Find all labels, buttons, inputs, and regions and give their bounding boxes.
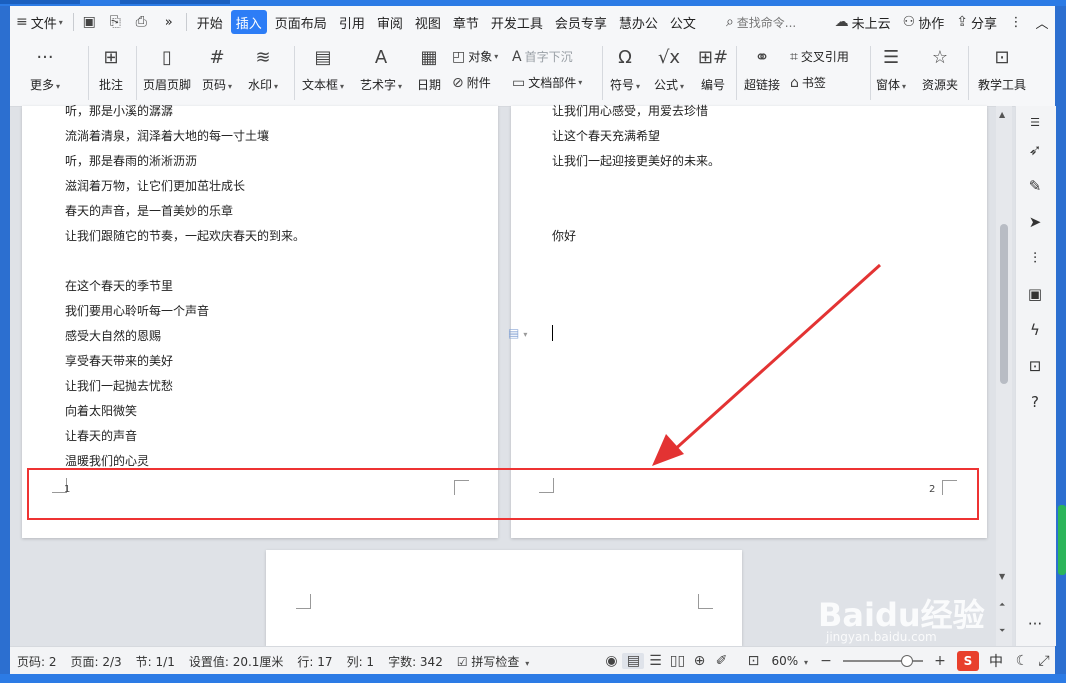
- scroll-up-icon[interactable]: ▲: [999, 110, 1005, 119]
- more-horizontal-icon[interactable]: ···: [1025, 614, 1045, 634]
- annotation-arrow: [652, 263, 882, 466]
- pen-icon[interactable]: ✎: [1025, 176, 1045, 196]
- image-edit-icon[interactable]: ▣: [1025, 284, 1045, 304]
- reading-view-icon[interactable]: ▯▯: [666, 653, 688, 669]
- eye-protection-icon[interactable]: ◉: [600, 653, 622, 669]
- rocket-icon[interactable]: ➶: [1025, 140, 1045, 160]
- chevron-down-icon: ▾: [803, 658, 808, 667]
- arrow-head: [652, 434, 684, 466]
- page-view-icon[interactable]: ▤: [622, 653, 645, 669]
- pointer-icon[interactable]: ➤: [1025, 212, 1045, 232]
- ime-mode[interactable]: 中: [989, 651, 1003, 671]
- status-words[interactable]: 字数: 342: [381, 653, 450, 670]
- status-row: 行: 17: [297, 654, 333, 669]
- outline-view-icon[interactable]: ☰: [644, 653, 666, 669]
- prev-page-icon[interactable]: ⏶: [999, 600, 1005, 610]
- sliders-icon[interactable]: ⫶: [1025, 248, 1045, 268]
- spell-check-button[interactable]: ☑ 拼写检查 ▾: [450, 653, 536, 670]
- write-view-icon[interactable]: ✐: [710, 653, 732, 669]
- zoom-slider[interactable]: [843, 655, 923, 667]
- status-pages[interactable]: 页面: 2/3: [64, 653, 129, 670]
- zoom-out-icon[interactable]: −: [815, 653, 837, 669]
- scroll-down-icon[interactable]: ▼: [999, 572, 1005, 581]
- zoom-level[interactable]: 60% ▾: [764, 654, 815, 668]
- zoom-value: 60%: [771, 654, 799, 668]
- fullscreen-icon[interactable]: ⤢: [1033, 653, 1055, 669]
- zoom-slider-knob[interactable]: [901, 655, 913, 667]
- moon-icon[interactable]: ☾: [1011, 653, 1033, 669]
- scrollbar-thumb[interactable]: [1000, 224, 1008, 384]
- ime-logo-icon[interactable]: S: [957, 651, 979, 671]
- web-view-icon[interactable]: ⊕: [688, 653, 710, 669]
- next-page-icon[interactable]: ⏷: [999, 626, 1005, 636]
- checkbox-icon: ☑: [456, 654, 468, 669]
- book-search-icon[interactable]: ⊡: [1025, 356, 1045, 376]
- status-section[interactable]: 节: 1/1: [129, 653, 182, 670]
- status-bar: 页码: 2 页面: 2/3 节: 1/1 设置值: 20.1厘米 行: 17 列…: [10, 646, 1055, 675]
- spell-check-label: 拼写检查: [471, 654, 520, 669]
- help-icon[interactable]: ?: [1025, 392, 1045, 412]
- taskbar-edge: [0, 674, 1066, 683]
- status-setting[interactable]: 设置值: 20.1厘米: [182, 653, 291, 670]
- sidebar-menu-icon[interactable]: ☰: [1025, 112, 1045, 132]
- zoom-in-icon[interactable]: +: [929, 653, 951, 669]
- status-page[interactable]: 页码: 2: [10, 653, 64, 670]
- watermark-url: jingyan.baidu.com: [826, 630, 937, 644]
- bolt-icon[interactable]: ϟ: [1025, 320, 1045, 340]
- status-col: 列: 1: [346, 654, 375, 669]
- chevron-down-icon: ▾: [525, 658, 530, 668]
- fit-page-icon[interactable]: ⊡: [742, 653, 764, 669]
- arrow-shaft: [670, 263, 882, 454]
